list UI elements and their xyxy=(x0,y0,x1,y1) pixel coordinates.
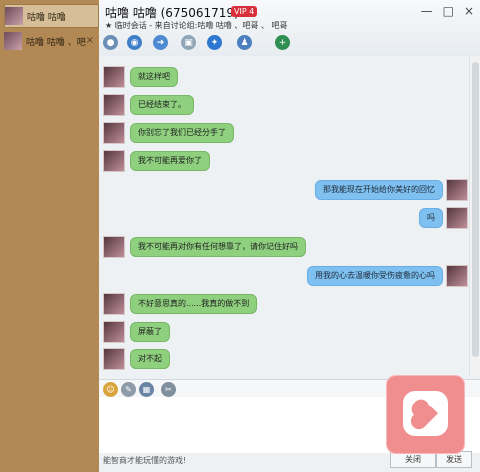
sidebar-item-chat-1[interactable]: 咕噜 咕噜 xyxy=(4,4,99,28)
message-row: 你别忘了我们已经分手了 xyxy=(99,122,480,144)
scrollbar-thumb[interactable] xyxy=(472,62,479,357)
message-bubble: 我不可能再对你有任何想靠了，请你记住好吗 xyxy=(130,237,306,257)
close-icon[interactable]: × xyxy=(86,35,94,46)
avatar xyxy=(5,7,23,25)
sender-avatar xyxy=(103,236,125,258)
message-row: 就这样吧 xyxy=(99,66,480,88)
message-bubble: 吗 xyxy=(419,208,443,228)
share-icon[interactable]: ➜ xyxy=(153,35,168,50)
sidebar: 咕噜 咕噜 咕噜 咕噜 、吧 × xyxy=(0,0,99,472)
message-row: 用我的心去温暖你受伤疲惫的心吗 xyxy=(99,265,480,287)
minimize-icon[interactable]: — xyxy=(421,4,433,18)
message-bubble: 那我能现在开始给你美好的回忆 xyxy=(315,180,443,200)
chat-title: 咕噜 咕噜 (675061719) xyxy=(105,6,239,20)
message-row: 屏蔽了 xyxy=(99,321,480,343)
sidebar-item-label: 咕噜 咕噜 xyxy=(27,12,66,23)
message-row: 我不可能再对你有任何想靠了，请你记住好吗 xyxy=(99,236,480,258)
chat-scrollbar[interactable] xyxy=(469,56,480,376)
video-icon[interactable]: ◉ xyxy=(127,35,142,50)
message-bubble: 不好意思真的......我真的做不到 xyxy=(130,294,258,314)
heart-card xyxy=(403,391,448,436)
emoji-icon[interactable]: ☺ xyxy=(103,382,118,397)
sender-avatar xyxy=(103,321,125,343)
message-row: 不好意思真的......我真的做不到 xyxy=(99,293,480,315)
message-row: 那我能现在开始给你美好的回忆 xyxy=(99,179,480,201)
vip-badge: VIP 4 xyxy=(231,6,258,17)
person-block-icon[interactable]: ♟ xyxy=(237,35,252,50)
sender-avatar xyxy=(103,150,125,172)
edit-icon[interactable]: ✎ xyxy=(121,382,136,397)
add-person-icon[interactable]: + xyxy=(275,35,290,50)
sender-avatar xyxy=(103,122,125,144)
sender-avatar xyxy=(103,66,125,88)
app-window: 咕噜 咕噜 咕噜 咕噜 、吧 × 咕噜 咕噜 (675061719) VIP 4… xyxy=(0,0,480,472)
maximize-icon[interactable]: □ xyxy=(443,4,454,18)
message-bubble: 你别忘了我们已经分手了 xyxy=(130,123,234,143)
sender-avatar xyxy=(446,179,468,201)
sender-avatar xyxy=(103,348,125,370)
chat-subtitle: ★ 临时会话 - 来自讨论组:咕噜 咕噜 、吧哥 、 吧哥 xyxy=(105,21,288,30)
heart-app-overlay xyxy=(386,375,465,454)
message-bubble: 已经结束了。 xyxy=(130,95,194,115)
input-placeholder: 能智商才能玩懂的游戏! xyxy=(103,456,187,465)
voice-icon[interactable]: ● xyxy=(103,35,118,50)
screen-icon[interactable]: ▣ xyxy=(181,35,196,50)
message-bubble: 屏蔽了 xyxy=(130,322,170,342)
sender-avatar xyxy=(446,265,468,287)
message-row: 对不起 xyxy=(99,348,480,370)
image-icon[interactable]: ▦ xyxy=(139,382,154,397)
sender-avatar xyxy=(103,293,125,315)
message-bubble: 我不可能再爱你了 xyxy=(130,151,210,171)
message-bubble: 用我的心去温暖你受伤疲惫的心吗 xyxy=(307,266,443,286)
window-controls: — □ × xyxy=(421,4,474,18)
message-bubble: 对不起 xyxy=(130,349,170,369)
message-row: 吗 xyxy=(99,207,480,229)
message-bubble: 就这样吧 xyxy=(130,67,178,87)
chat-toolbar: ● ◉ ➜ ▣ ✦ ♟ + xyxy=(99,33,480,53)
scissors-icon[interactable]: ✂ xyxy=(161,382,176,397)
message-row: 已经结束了。 xyxy=(99,94,480,116)
chat-header: 咕噜 咕噜 (675061719) VIP 4 ★ 临时会话 - 来自讨论组:咕… xyxy=(99,0,480,57)
avatar xyxy=(4,32,22,50)
sender-avatar xyxy=(446,207,468,229)
sidebar-item-label: 咕噜 咕噜 、吧 xyxy=(26,37,86,48)
close-window-icon[interactable]: × xyxy=(464,4,474,18)
sidebar-item-chat-2[interactable]: 咕噜 咕噜 、吧 × xyxy=(4,30,97,52)
sender-avatar xyxy=(103,94,125,116)
message-row: 我不可能再爱你了 xyxy=(99,150,480,172)
chat-history[interactable]: 就这样吧 已经结束了。 你别忘了我们已经分手了 我不可能再爱你了 那我能现在开始… xyxy=(99,56,480,376)
heart-icon xyxy=(413,401,439,427)
remote-icon[interactable]: ✦ xyxy=(207,35,222,50)
